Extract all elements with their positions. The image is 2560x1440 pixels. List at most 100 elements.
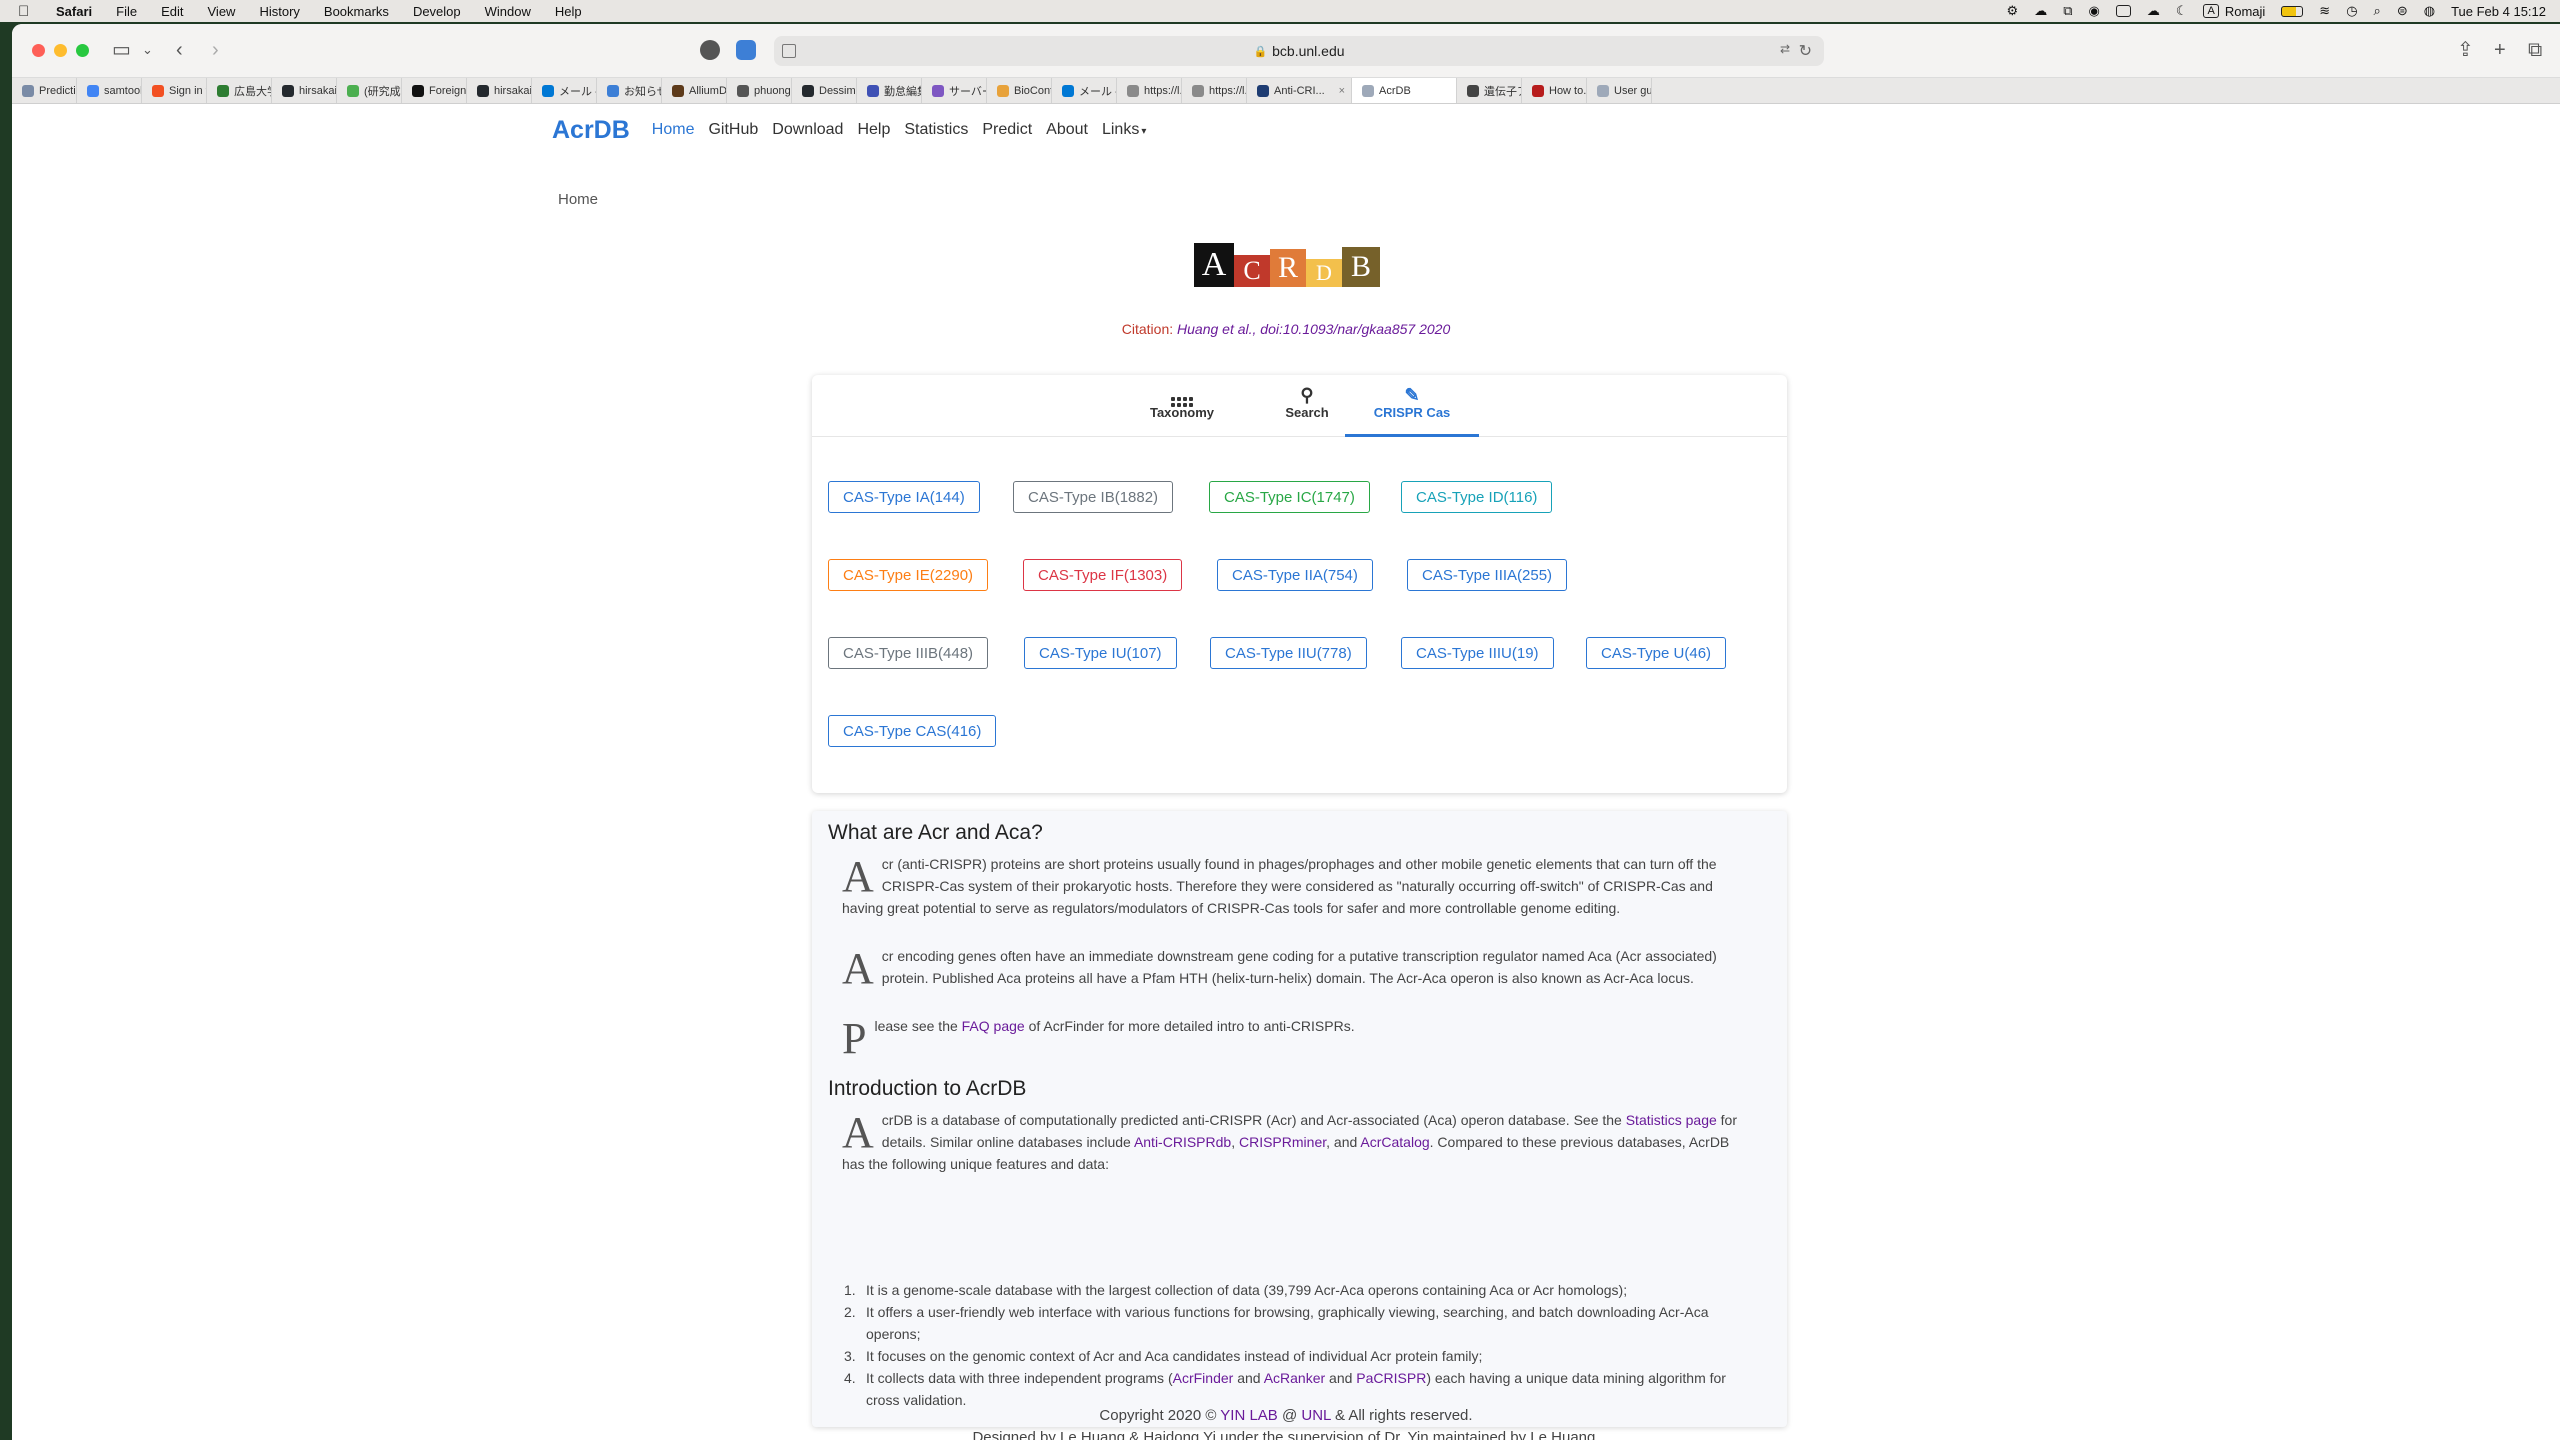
acrfinder-link[interactable]: AcrFinder bbox=[1173, 1370, 1234, 1386]
browser-tab[interactable]: 遺伝子ア... bbox=[1457, 78, 1522, 103]
back-button[interactable]: ‹ bbox=[176, 38, 183, 62]
browser-tab[interactable]: (研究成... bbox=[337, 78, 402, 103]
menu-develop[interactable]: Develop bbox=[401, 4, 473, 19]
browser-tab[interactable]: User gui... bbox=[1587, 78, 1652, 103]
browser-tab[interactable]: https://l... bbox=[1117, 78, 1182, 103]
cloud-icon[interactable]: ☁ bbox=[2147, 3, 2160, 19]
browser-tab[interactable]: hirsakai/... bbox=[272, 78, 337, 103]
browser-tab[interactable]: メール -... bbox=[532, 78, 597, 103]
cas-type-button[interactable]: CAS-Type IIU(778) bbox=[1210, 637, 1367, 669]
menu-edit[interactable]: Edit bbox=[149, 4, 195, 19]
menu-window[interactable]: Window bbox=[473, 4, 543, 19]
menu-file[interactable]: File bbox=[104, 4, 149, 19]
browser-tab[interactable]: お知らせ... bbox=[597, 78, 662, 103]
reload-icon[interactable]: ↻ bbox=[1799, 41, 1812, 61]
browser-tab[interactable]: Foreign... bbox=[402, 78, 467, 103]
cas-type-button[interactable]: CAS-Type IIIA(255) bbox=[1407, 559, 1568, 591]
menu-bookmarks[interactable]: Bookmarks bbox=[312, 4, 401, 19]
apple-icon[interactable]:  bbox=[18, 3, 36, 20]
wifi-icon[interactable]: ≋ bbox=[2319, 3, 2330, 19]
keyboard-icon[interactable] bbox=[2115, 5, 2131, 17]
sidebar-toggle-icon[interactable]: ▭ bbox=[112, 38, 131, 62]
cas-type-button[interactable]: CAS-Type IE(2290) bbox=[828, 559, 989, 591]
share-icon[interactable]: ⇪ bbox=[2457, 38, 2474, 62]
siri-icon[interactable]: ◍ bbox=[2424, 3, 2435, 19]
menu-help[interactable]: Help bbox=[543, 4, 594, 19]
browser-tab[interactable]: samtool... bbox=[77, 78, 142, 103]
browser-tab[interactable]: How to... bbox=[1522, 78, 1587, 103]
browser-tab[interactable]: 勤怠編集... bbox=[857, 78, 922, 103]
menubar-clock[interactable]: Tue Feb 4 15:12 bbox=[2451, 4, 2546, 19]
cas-type-button[interactable]: CAS-Type U(46) bbox=[1586, 637, 1727, 669]
statistics-page-link[interactable]: Statistics page bbox=[1626, 1112, 1717, 1128]
status-app-icon[interactable]: ⚙ bbox=[2007, 3, 2019, 19]
nav-github[interactable]: GitHub bbox=[708, 121, 758, 139]
nav-download[interactable]: Download bbox=[772, 121, 843, 139]
nav-home[interactable]: Home bbox=[652, 121, 695, 139]
browser-tab[interactable]: AlliumD... bbox=[662, 78, 727, 103]
creative-cloud-icon[interactable]: ☁ bbox=[2034, 3, 2047, 19]
nav-about[interactable]: About bbox=[1046, 121, 1088, 139]
minimize-window-button[interactable] bbox=[54, 44, 67, 57]
cas-type-button[interactable]: CAS-Type IC(1747) bbox=[1209, 481, 1370, 513]
site-brand[interactable]: AcrDB bbox=[552, 116, 630, 145]
new-tab-button[interactable]: + bbox=[2494, 38, 2506, 62]
menu-app-icon[interactable]: ◉ bbox=[2088, 3, 2099, 19]
cas-type-button[interactable]: CAS-Type IIA(754) bbox=[1217, 559, 1373, 591]
faq-page-link[interactable]: FAQ page bbox=[962, 1018, 1025, 1034]
close-tab-icon[interactable]: × bbox=[1339, 85, 1345, 97]
browser-tab[interactable]: Anti-CRI... × bbox=[1247, 78, 1352, 103]
control-center-icon[interactable]: ⊜ bbox=[2397, 3, 2408, 19]
cas-type-button[interactable]: CAS-Type IIIU(19) bbox=[1401, 637, 1554, 669]
browser-tab[interactable]: サーバー... bbox=[922, 78, 987, 103]
moon-icon[interactable]: ☾ bbox=[2176, 3, 2188, 19]
browser-tab[interactable]: BioCont... bbox=[987, 78, 1052, 103]
address-bar[interactable]: 🔒 bcb.unl.edu ⇄ ↻ bbox=[774, 36, 1824, 66]
nav-help[interactable]: Help bbox=[857, 121, 890, 139]
unl-link[interactable]: UNL bbox=[1301, 1407, 1330, 1424]
cas-type-button[interactable]: CAS-Type ID(116) bbox=[1401, 481, 1553, 513]
acrcatalog-link[interactable]: AcrCatalog bbox=[1360, 1134, 1429, 1150]
input-method-menu[interactable]: A Romaji bbox=[2203, 4, 2265, 19]
cas-type-button[interactable]: CAS-Type CAS(416) bbox=[828, 715, 997, 747]
acranker-link[interactable]: AcRanker bbox=[1264, 1370, 1325, 1386]
chevron-down-icon[interactable]: ⌄ bbox=[142, 38, 153, 62]
close-window-button[interactable] bbox=[32, 44, 45, 57]
spotlight-search-icon[interactable]: ⌕ bbox=[2374, 3, 2381, 19]
anti-crisprdb-link[interactable]: Anti-CRISPRdb bbox=[1134, 1134, 1231, 1150]
tab-overview-icon[interactable]: ⧉ bbox=[2528, 38, 2542, 62]
nav-links-dropdown[interactable]: Links ▾ bbox=[1102, 121, 1146, 139]
menu-view[interactable]: View bbox=[196, 4, 248, 19]
screen-share-icon[interactable]: ⧉ bbox=[2063, 3, 2072, 19]
extension-icon[interactable] bbox=[736, 40, 756, 60]
browser-tab[interactable]: phuong... bbox=[727, 78, 792, 103]
crisprminer-link[interactable]: CRISPRminer bbox=[1239, 1134, 1326, 1150]
time-machine-icon[interactable]: ◷ bbox=[2346, 3, 2357, 19]
extension-icon[interactable] bbox=[700, 40, 720, 60]
citation-link[interactable]: Huang et al., doi:10.1093/nar/gkaa857 20… bbox=[1177, 321, 1450, 337]
browser-tab[interactable]: Predicti... bbox=[12, 78, 77, 103]
cas-type-button[interactable]: CAS-Type IIIB(448) bbox=[828, 637, 989, 669]
browser-tab[interactable]: メール -... bbox=[1052, 78, 1117, 103]
pacrispr-link[interactable]: PaCRISPR bbox=[1356, 1370, 1426, 1386]
battery-icon[interactable] bbox=[2281, 5, 2304, 17]
forward-button[interactable]: › bbox=[212, 38, 219, 62]
cas-type-button[interactable]: CAS-Type IF(1303) bbox=[1023, 559, 1183, 591]
browser-tab[interactable]: Dessimo... bbox=[792, 78, 857, 103]
nav-statistics[interactable]: Statistics bbox=[904, 121, 968, 139]
zoom-window-button[interactable] bbox=[76, 44, 89, 57]
tab-taxonomy[interactable]: Taxonomy bbox=[1115, 375, 1249, 437]
browser-tab[interactable]: https://l... bbox=[1182, 78, 1247, 103]
nav-predict[interactable]: Predict bbox=[982, 121, 1032, 139]
cas-type-button[interactable]: CAS-Type IA(144) bbox=[828, 481, 980, 513]
menu-history[interactable]: History bbox=[247, 4, 311, 19]
browser-tab[interactable]: hirsakai/... bbox=[467, 78, 532, 103]
menu-app-name[interactable]: Safari bbox=[44, 4, 104, 19]
translate-icon[interactable]: ⇄ bbox=[1780, 42, 1790, 56]
yin-lab-link[interactable]: YIN LAB bbox=[1220, 1407, 1278, 1424]
browser-tab[interactable]: Sign in t... bbox=[142, 78, 207, 103]
page-menu-icon[interactable] bbox=[782, 44, 796, 58]
cas-type-button[interactable]: CAS-Type IU(107) bbox=[1024, 637, 1177, 669]
cas-type-button[interactable]: CAS-Type IB(1882) bbox=[1013, 481, 1174, 513]
browser-tab[interactable]: 広島大学 bbox=[207, 78, 272, 103]
